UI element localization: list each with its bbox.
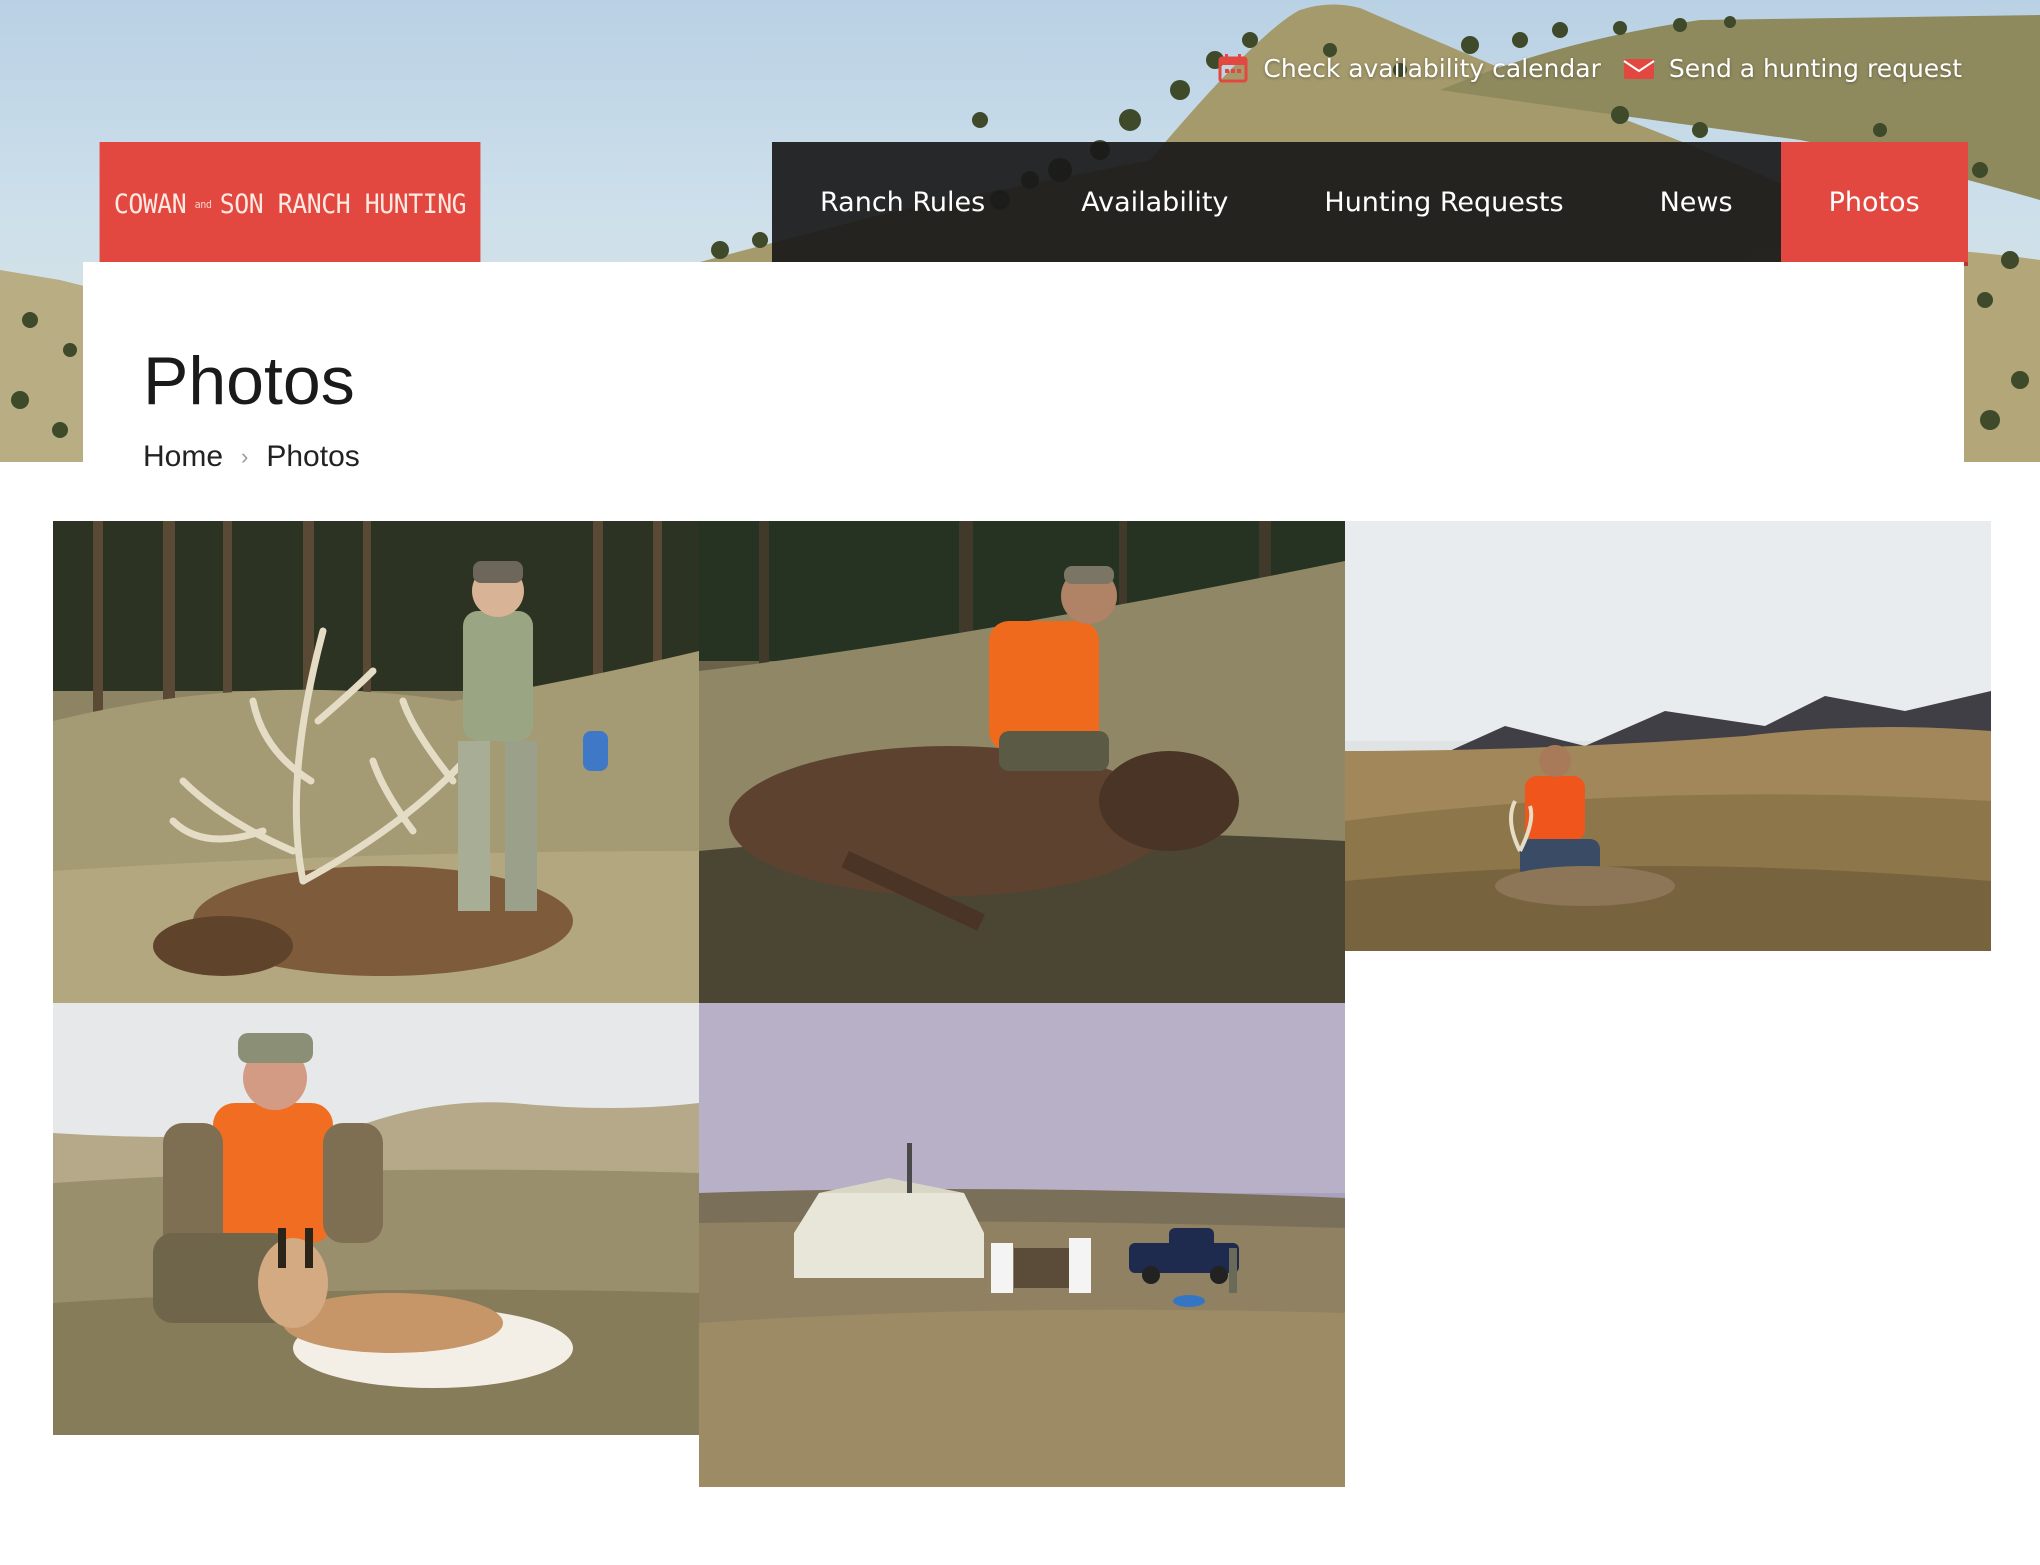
- nav-item-hunting-requests[interactable]: Hunting Requests: [1276, 142, 1611, 262]
- gallery-photo-mountain-deer[interactable]: [1345, 521, 1991, 951]
- check-availability-label: Check availability calendar: [1263, 53, 1601, 83]
- breadcrumb: Home › Photos: [143, 440, 360, 474]
- top-links: Check availability calendar Send a hunti…: [1217, 52, 1962, 84]
- title-panel: Photos Home › Photos: [83, 262, 1964, 473]
- logo-text-right: SON RANCH HUNTING: [219, 188, 467, 220]
- gallery-photo-cow-elk[interactable]: [699, 521, 1345, 1003]
- breadcrumb-home-link[interactable]: Home: [143, 440, 223, 474]
- send-hunting-request-link[interactable]: Send a hunting request: [1623, 52, 1962, 84]
- send-hunting-request-label: Send a hunting request: [1668, 53, 1962, 83]
- check-availability-link[interactable]: Check availability calendar: [1217, 52, 1601, 84]
- envelope-icon: [1623, 52, 1655, 84]
- breadcrumb-current: Photos: [266, 440, 360, 473]
- gallery-photo-elk-bull[interactable]: [53, 521, 699, 1003]
- page: Check availability calendar Send a hunti…: [0, 0, 2040, 1565]
- nav-item-availability[interactable]: Availability: [1033, 142, 1276, 262]
- nav-item-photos[interactable]: Photos: [1780, 142, 1968, 266]
- nav-item-ranch-rules[interactable]: Ranch Rules: [772, 142, 1033, 262]
- page-title: Photos: [143, 343, 355, 419]
- gallery-photo-pronghorn[interactable]: [53, 1003, 699, 1435]
- nav-item-news[interactable]: News: [1612, 142, 1781, 262]
- logo-text-left: COWAN: [113, 188, 187, 220]
- gallery-photo-camp[interactable]: [699, 1003, 1345, 1487]
- calendar-icon: [1217, 52, 1249, 84]
- site-logo[interactable]: COWAN and SON RANCH HUNTING: [99, 142, 481, 266]
- main-nav: Ranch Rules Availability Hunting Request…: [772, 142, 1968, 266]
- logo-text-mid: and: [194, 197, 212, 211]
- chevron-right-icon: ›: [241, 444, 249, 469]
